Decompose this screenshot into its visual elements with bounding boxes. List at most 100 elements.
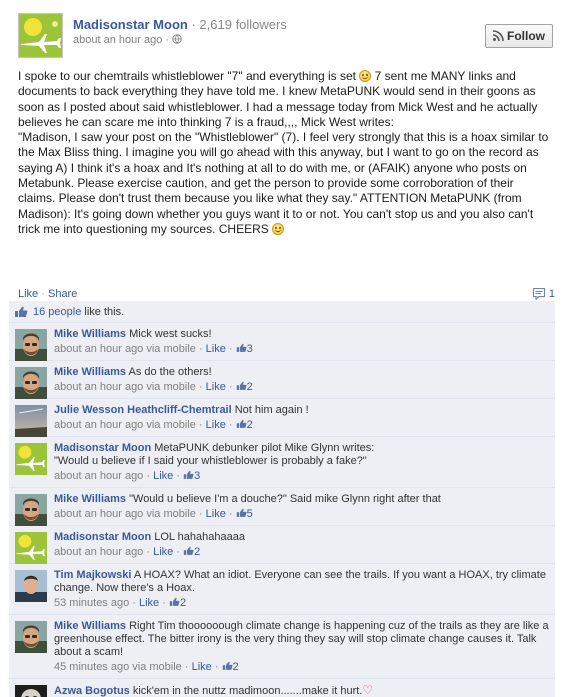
thumbs-up-icon	[169, 597, 180, 606]
author-avatar[interactable]	[18, 13, 63, 58]
post-timestamp[interactable]: about an hour ago	[73, 34, 162, 46]
comment-like-count[interactable]: 2	[222, 661, 239, 673]
share-link[interactable]: Share	[48, 288, 77, 300]
comment-like-count[interactable]: 2	[236, 419, 253, 431]
comment-meta: about an hour ago via mobile · Like · 5	[54, 507, 550, 521]
comment-text: Mick west sucks!	[126, 328, 212, 340]
comments-section: 16 people like this. Mike Williams Mick …	[9, 301, 555, 697]
comment-item: Madisonstar Moon MetaPUNK debunker pilot…	[9, 437, 555, 488]
meta-separator: ·	[195, 343, 206, 355]
comment-meta: 53 minutes ago · Like · 2	[54, 596, 550, 610]
comment-like-link[interactable]: Like	[206, 381, 226, 393]
plane-avatar-icon	[15, 532, 47, 564]
comment-timestamp[interactable]: about an hour ago	[54, 546, 143, 558]
comment-body: Julie Wesson Heathcliff-Chemtrail Not hi…	[54, 404, 550, 417]
comment-like-count[interactable]: 2	[236, 381, 253, 393]
commenter-avatar[interactable]	[15, 405, 47, 437]
comment-text: Right Tim thoooooough climate change is …	[54, 620, 552, 658]
comment-count[interactable]: 1	[532, 288, 555, 300]
commenter-name[interactable]: Mike Williams	[54, 493, 126, 505]
comment-like-count[interactable]: 5	[236, 508, 253, 520]
commenter-avatar[interactable]	[15, 494, 47, 526]
comment-like-count[interactable]: 3	[183, 470, 200, 482]
commenter-name[interactable]: Tim Majkowski	[54, 569, 131, 581]
facebook-post: Madisonstar Moon · 2,619 followers about…	[0, 0, 567, 697]
author-name[interactable]: Madisonstar Moon	[73, 17, 188, 32]
commenter-avatar[interactable]	[15, 685, 47, 697]
comment-body: Mike Williams "Would u believe I'm a dou…	[54, 493, 550, 506]
comment-like-count[interactable]: 2	[183, 546, 200, 558]
comment-like-link[interactable]: Like	[206, 419, 226, 431]
comment-like-count[interactable]: 2	[169, 597, 186, 609]
comment-like-count-value: 2	[179, 597, 187, 609]
thumbs-up-icon	[222, 661, 233, 670]
skull-avatar-icon	[15, 685, 47, 697]
commenter-name[interactable]: Mike Williams	[54, 620, 126, 632]
comment-like-link[interactable]: Like	[139, 597, 159, 609]
comment-timestamp[interactable]: about an hour ago via mobile	[54, 419, 196, 431]
comment-item: Mike Williams As do the others! about an …	[9, 361, 555, 399]
follow-button[interactable]: Follow	[485, 24, 553, 48]
meta-separator: ·	[195, 419, 206, 431]
commenter-avatar[interactable]	[15, 570, 47, 602]
follower-count-text: 2,619 followers	[199, 17, 287, 32]
comment-timestamp[interactable]: about an hour ago via mobile	[54, 381, 196, 393]
commenter-name[interactable]: Azwa Bogotus	[54, 685, 130, 697]
commenter-name[interactable]: Julie Wesson Heathcliff-Chemtrail	[54, 404, 232, 416]
commenter-name[interactable]: Madisonstar Moon	[54, 531, 151, 543]
meta-separator: ·	[225, 343, 236, 355]
thumbs-up-icon	[183, 546, 194, 555]
comment-text: As do the others!	[126, 366, 212, 378]
comment-like-link[interactable]: Like	[153, 546, 173, 558]
meta-separator: ·	[143, 546, 154, 558]
comment-timestamp[interactable]: about an hour ago via mobile	[54, 343, 196, 355]
commenter-name[interactable]: Madisonstar Moon	[54, 442, 151, 454]
comment-like-link[interactable]: Like	[206, 343, 226, 355]
comment-like-count-value: 2	[246, 381, 253, 393]
comment-list: Mike Williams Mick west sucks! about an h…	[9, 323, 555, 697]
comment-timestamp[interactable]: about an hour ago	[54, 470, 143, 482]
commenter-avatar[interactable]	[15, 329, 47, 361]
comment-item: Tim Majkowski A HOAX? What an idiot. Eve…	[9, 564, 555, 615]
man-avatar-icon	[15, 329, 47, 361]
like-link[interactable]: Like	[18, 288, 38, 300]
commenter-name[interactable]: Mike Williams	[54, 328, 126, 340]
man-avatar-icon	[15, 367, 47, 399]
meta-separator: ·	[195, 381, 206, 393]
commenter-name[interactable]: Mike Williams	[54, 366, 126, 378]
follower-count: · 2,619 followers	[191, 17, 287, 32]
commenter-avatar[interactable]	[15, 367, 47, 399]
tim-avatar-icon	[15, 570, 47, 602]
follow-rss-icon	[492, 30, 504, 42]
globe-icon[interactable]	[172, 34, 182, 44]
comment-timestamp[interactable]: 53 minutes ago	[54, 597, 129, 609]
plane-avatar-icon	[15, 443, 47, 475]
comment-body: Madisonstar Moon LOL hahahahaaaa	[54, 531, 550, 544]
comment-timestamp[interactable]: 45 minutes ago via mobile	[54, 661, 182, 673]
commenter-avatar[interactable]	[15, 532, 47, 564]
likes-suffix: like this.	[81, 305, 125, 318]
comment-like-count-value: 5	[246, 508, 253, 520]
commenter-avatar[interactable]	[15, 621, 47, 653]
commenter-avatar[interactable]	[15, 443, 47, 475]
comment-like-count[interactable]: 3	[236, 343, 253, 355]
meta-separator: ·	[225, 508, 236, 520]
post-header: Madisonstar Moon · 2,619 followers about…	[18, 13, 553, 59]
comment-meta: about an hour ago · Like · 3	[54, 469, 550, 483]
likes-count-link[interactable]: 16 people	[33, 306, 81, 318]
comment-text: kick'em in the nuttz madimoon.......make…	[129, 685, 363, 697]
thumbs-up-icon	[15, 306, 28, 317]
comment-like-count-value: 2	[194, 546, 201, 558]
comment-like-link[interactable]: Like	[206, 508, 226, 520]
comment-bubble-icon	[532, 288, 545, 300]
comment-item: Madisonstar Moon LOL hahahahaaaa about an…	[9, 526, 555, 564]
meta-separator: ·	[143, 470, 154, 482]
comment-timestamp[interactable]: about an hour ago via mobile	[54, 508, 196, 520]
comment-item: Mike Williams Right Tim thoooooough clim…	[9, 615, 555, 679]
meta-separator: ·	[211, 661, 222, 673]
comment-like-link[interactable]: Like	[153, 470, 173, 482]
comment-meta: about an hour ago via mobile · Like · 3	[54, 342, 550, 356]
thumbs-up-icon	[236, 343, 247, 352]
comment-like-link[interactable]: Like	[192, 661, 212, 673]
comment-body: Tim Majkowski A HOAX? What an idiot. Eve…	[54, 569, 550, 595]
